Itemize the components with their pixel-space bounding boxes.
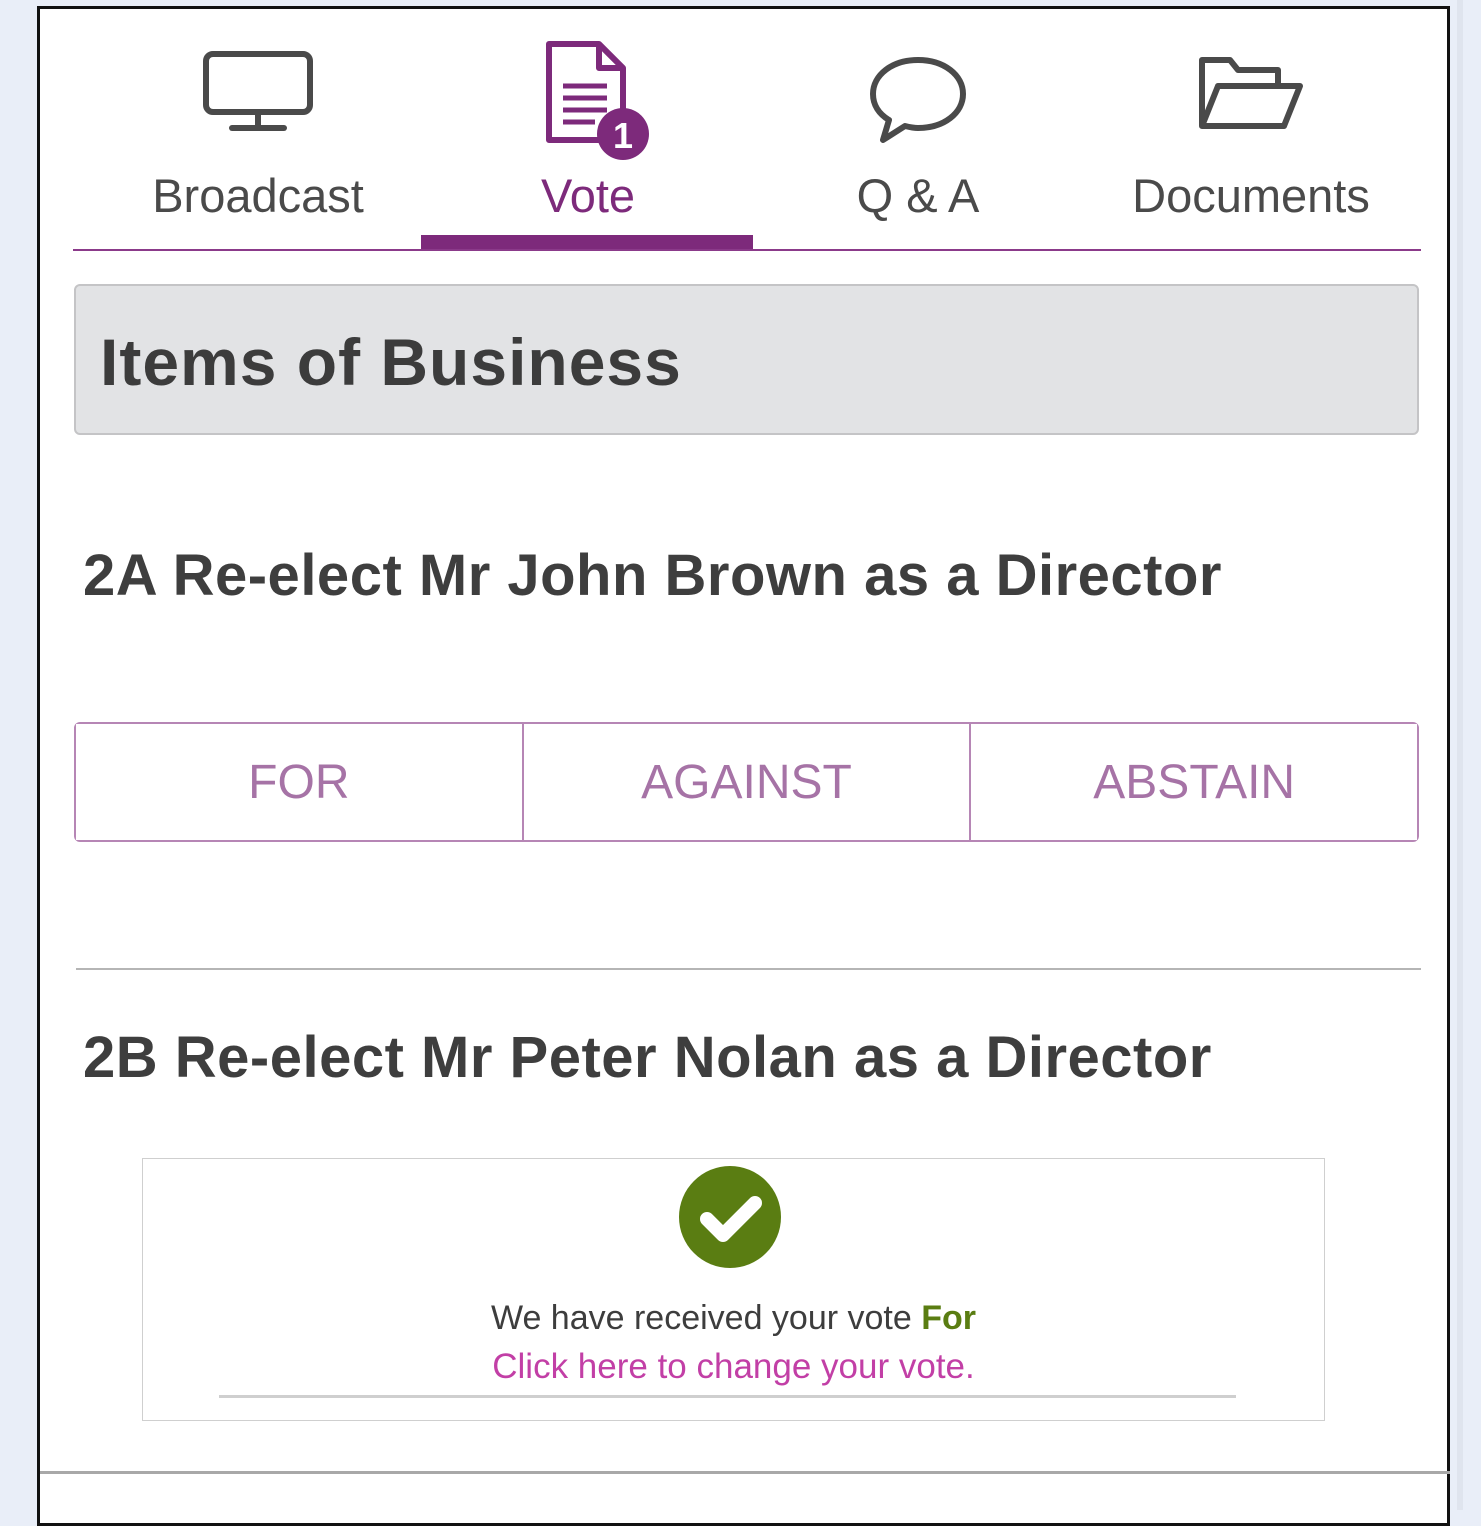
resolution-title: 2A Re-elect Mr John Brown as a Director [83,543,1222,608]
section-title: Items of Business [100,325,682,399]
vote-against-button[interactable]: AGAINST [521,724,970,840]
monitor-icon [202,50,314,139]
confirmation-underline [219,1395,1236,1398]
tab-qa[interactable]: Q & A [768,30,1068,249]
vote-confirmation: We have received your vote For Click her… [142,1158,1325,1421]
window-edge [1457,0,1463,1510]
divider [76,968,1421,970]
active-tab-indicator [421,235,753,249]
notification-badge: 1 [612,115,634,156]
confirmation-text: We have received your vote [490,1299,912,1337]
change-vote-link[interactable]: Click here to change your vote. [143,1347,1324,1387]
section-header: Items of Business [74,284,1419,435]
vote-for-button[interactable]: FOR [76,724,522,840]
tab-label: Q & A [856,169,980,222]
tab-bar: Broadcast 1 Vote Q & A Documents [73,30,1421,251]
resolution-title: 2B Re-elect Mr Peter Nolan as a Director [83,1025,1212,1090]
bottom-divider [40,1471,1450,1474]
vote-abstain-button[interactable]: ABSTAIN [969,724,1418,840]
document-icon: 1 [543,40,653,169]
vote-options: FOR AGAINST ABSTAIN [74,722,1419,842]
tab-documents[interactable]: Documents [1101,30,1401,249]
tab-vote[interactable]: 1 Vote [438,30,738,249]
tab-label: Broadcast [152,169,364,222]
vote-value: For [921,1299,977,1337]
tab-label: Vote [540,169,636,222]
folder-icon [1196,50,1306,139]
tab-broadcast[interactable]: Broadcast [108,30,408,249]
tab-label: Documents [1132,169,1370,222]
checkmark-circle-icon [677,1164,783,1275]
speech-bubble-icon [867,54,969,151]
confirmation-message: We have received your vote For [143,1299,1324,1338]
